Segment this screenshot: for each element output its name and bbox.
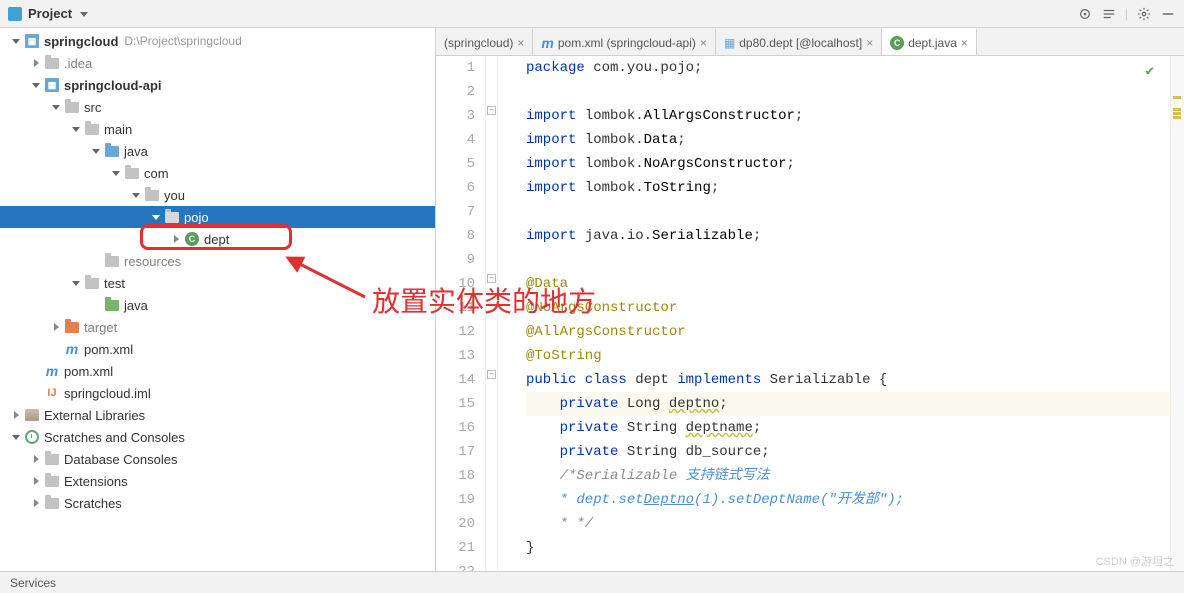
tab-dept[interactable]: Cdept.java× <box>882 28 977 55</box>
tab-db[interactable]: ▦dp80.dept [@localhost]× <box>716 28 882 55</box>
tree-exts[interactable]: Extensions <box>0 470 435 492</box>
fold-icon[interactable]: − <box>487 370 496 379</box>
tree-com[interactable]: com <box>0 162 435 184</box>
minimize-icon[interactable] <box>1160 6 1176 22</box>
close-icon[interactable]: × <box>866 36 873 50</box>
table-icon: ▦ <box>724 36 735 50</box>
project-label[interactable]: Project <box>28 6 72 21</box>
tree-ext[interactable]: External Libraries <box>0 404 435 426</box>
fold-column: − − − <box>486 56 498 571</box>
tab-springcloud[interactable]: (springcloud)× <box>436 28 533 55</box>
close-icon[interactable]: × <box>700 36 707 50</box>
project-toolbar: Project | <box>0 0 1184 28</box>
tree-pom1[interactable]: mpom.xml <box>0 338 435 360</box>
line-gutter: 12345678910111213141516171819202122 <box>436 56 486 571</box>
tree-scratch[interactable]: Scratches and Consoles <box>0 426 435 448</box>
project-icon <box>8 7 22 21</box>
tree-testjava[interactable]: java <box>0 294 435 316</box>
close-icon[interactable]: × <box>517 36 524 50</box>
tree-src[interactable]: src <box>0 96 435 118</box>
expand-icon[interactable] <box>1101 6 1117 22</box>
tree-dept[interactable]: Cdept <box>0 228 435 250</box>
project-tree-panel: ▦springcloudD:\Project\springcloud .idea… <box>0 28 436 571</box>
tree-root[interactable]: ▦springcloudD:\Project\springcloud <box>0 30 435 52</box>
tree-api[interactable]: ▦springcloud-api <box>0 74 435 96</box>
tree-db[interactable]: Database Consoles <box>0 448 435 470</box>
services-label[interactable]: Services <box>10 576 56 590</box>
tree-java[interactable]: java <box>0 140 435 162</box>
fold-icon[interactable]: − <box>487 274 496 283</box>
tree-iml[interactable]: IJspringcloud.iml <box>0 382 435 404</box>
gear-icon[interactable] <box>1136 6 1152 22</box>
class-icon: C <box>890 36 904 50</box>
tree-resources[interactable]: resources <box>0 250 435 272</box>
project-dropdown-arrow[interactable] <box>78 8 90 20</box>
code-editor[interactable]: 12345678910111213141516171819202122 − − … <box>436 56 1184 571</box>
tree-idea[interactable]: .idea <box>0 52 435 74</box>
locate-icon[interactable] <box>1077 6 1093 22</box>
tree-pom2[interactable]: mpom.xml <box>0 360 435 382</box>
tree-main[interactable]: main <box>0 118 435 140</box>
fold-icon[interactable]: − <box>487 106 496 115</box>
status-bar: Services <box>0 571 1184 593</box>
marker-strip[interactable] <box>1170 56 1184 571</box>
tree-scr[interactable]: Scratches <box>0 492 435 514</box>
editor-tabs: (springcloud)× mpom.xml (springcloud-api… <box>436 28 1184 56</box>
editor-panel: (springcloud)× mpom.xml (springcloud-api… <box>436 28 1184 571</box>
tree-pojo[interactable]: pojo <box>0 206 435 228</box>
watermark: CSDN @游坦之 <box>1096 553 1174 569</box>
code-content[interactable]: ✔ package com.you.pojo; import lombok.Al… <box>498 56 1170 571</box>
close-icon[interactable]: × <box>961 36 968 50</box>
maven-icon: m <box>541 35 553 51</box>
tree-target[interactable]: target <box>0 316 435 338</box>
tab-pom[interactable]: mpom.xml (springcloud-api)× <box>533 28 716 55</box>
tree-test[interactable]: test <box>0 272 435 294</box>
tree-you[interactable]: you <box>0 184 435 206</box>
check-icon: ✔ <box>1146 60 1154 84</box>
